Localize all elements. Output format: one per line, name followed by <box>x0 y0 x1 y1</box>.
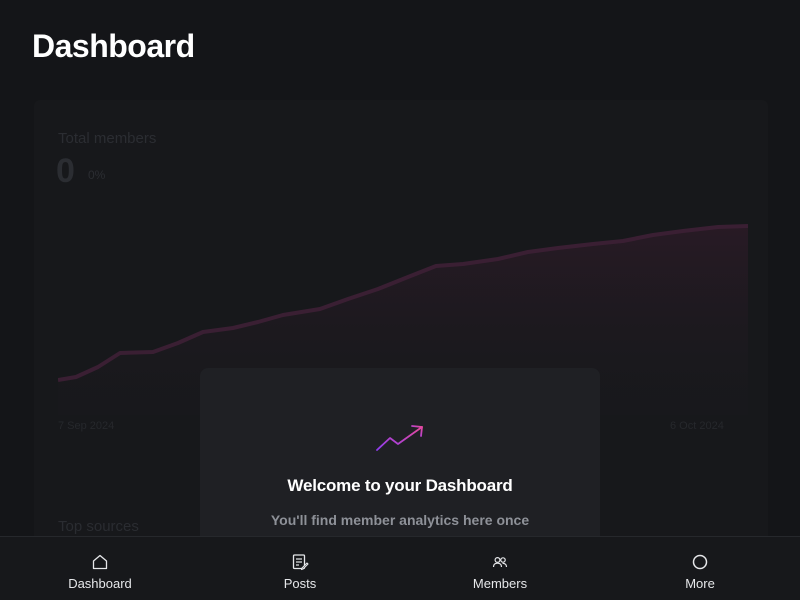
posts-icon <box>292 554 309 571</box>
trending-up-icon <box>376 425 423 451</box>
nav-label-members: Members <box>472 576 528 591</box>
total-members-value: 0 <box>56 152 75 190</box>
welcome-description: You'll find member analytics here once <box>270 512 530 528</box>
chart-start-date: 7 Sep 2024 <box>58 420 115 432</box>
nav-item-posts[interactable]: Posts <box>200 537 400 600</box>
home-icon <box>92 554 108 570</box>
nav-label-more: More <box>685 576 715 591</box>
nav-item-dashboard[interactable]: Dashboard <box>0 537 200 600</box>
members-icon <box>492 556 508 568</box>
nav-label-dashboard: Dashboard <box>68 576 132 591</box>
total-members-label: Total members <box>58 130 157 147</box>
top-sources-heading: Top sources <box>58 518 139 535</box>
nav-label-posts: Posts <box>283 576 317 591</box>
page-title: Dashboard <box>32 28 195 64</box>
nav-item-members[interactable]: Members <box>400 537 600 600</box>
app-window: Dashboard Total members 0 0% 7 Sep 2024 … <box>0 0 800 600</box>
nav-item-more[interactable]: More <box>600 537 800 600</box>
welcome-title: Welcome to your Dashboard <box>287 476 513 495</box>
chart-end-date: 6 Oct 2024 <box>670 420 724 432</box>
bottom-nav: Dashboard Posts Members More <box>0 536 800 600</box>
more-icon <box>692 554 708 570</box>
total-members-change: 0% <box>88 168 106 182</box>
